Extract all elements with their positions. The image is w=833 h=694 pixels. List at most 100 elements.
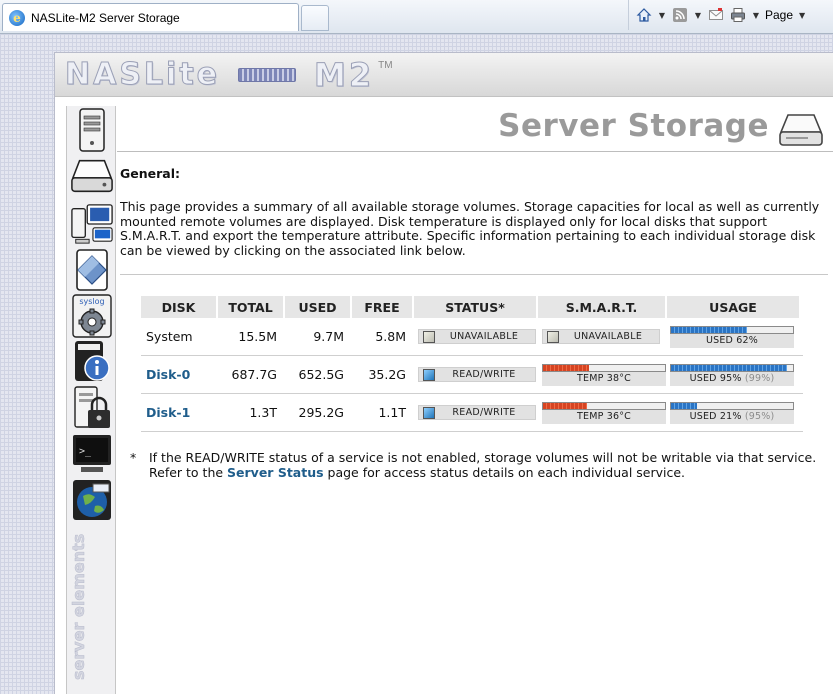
col-total: TOTAL (218, 296, 283, 318)
print-icon[interactable] (729, 6, 747, 24)
smart-badge: UNAVAILABLE (542, 329, 660, 344)
padlock-server-icon (74, 386, 110, 428)
sidebar-item-network-services[interactable] (70, 202, 114, 246)
sidebar-nav: syslog >_ server elements (66, 106, 116, 694)
table-row: Disk-0 687.7G 652.5G 35.2G READ/WRITE TE… (141, 356, 803, 394)
section-heading: General: (120, 166, 180, 181)
disk-used: 295.2G (298, 405, 344, 420)
server-status-link[interactable]: Server Status (227, 465, 324, 480)
home-icon[interactable] (635, 6, 653, 24)
browser-tab-active[interactable]: e NASLite-M2 Server Storage (2, 3, 299, 31)
disk-free: 1.1T (378, 405, 406, 420)
naslite-header: NASLite M2 TM (55, 53, 833, 97)
disk-total: 1.3T (249, 405, 277, 420)
status-badge: UNAVAILABLE (418, 329, 536, 344)
globe-window-icon (73, 480, 111, 520)
print-dropdown-icon[interactable]: ▼ (751, 11, 761, 20)
sidebar-item-syslog[interactable]: syslog (70, 294, 114, 338)
disk-link[interactable]: Disk-1 (141, 405, 218, 420)
network-computers-icon (71, 204, 113, 244)
temperature-label: TEMP 36°C (542, 409, 666, 424)
status-indicator-icon (423, 368, 435, 381)
sidebar-item-security[interactable] (70, 386, 114, 430)
usage-bar-fill (671, 364, 787, 371)
title-row: Server Storage (117, 106, 833, 152)
usage-extra: (99%) (744, 372, 775, 384)
table-row: Disk-1 1.3T 295.2G 1.1T READ/WRITE TEMP … (141, 394, 803, 432)
divider (120, 274, 828, 275)
col-free: FREE (352, 296, 412, 318)
table-row: System 15.5M 9.7M 5.8M UNAVAILABLE UNAVA… (141, 318, 803, 356)
footnote: * If the READ/WRITE status of a service … (130, 450, 820, 480)
syslog-icon-label: syslog (79, 297, 105, 306)
disk-total: 687.7G (231, 367, 277, 382)
disk-link[interactable]: Disk-0 (141, 367, 218, 382)
naslite-model-logo: M2 (314, 55, 375, 94)
status-badge: READ/WRITE (418, 367, 536, 382)
browser-toolbar: e NASLite-M2 Server Storage ▼ ▼ ▼ Page ▼ (0, 0, 833, 34)
col-used: USED (285, 296, 350, 318)
browser-tab-title: NASLite-M2 Server Storage (31, 10, 180, 25)
disk-name: System (146, 329, 193, 344)
hard-disk-icon (779, 114, 823, 146)
hard-disk-icon (71, 159, 113, 193)
disk-free: 5.8M (375, 329, 406, 344)
usage-label: USED 62% (705, 334, 759, 346)
temperature-meter: TEMP 38°C (542, 363, 666, 386)
disk-used: 652.5G (298, 367, 344, 382)
ie-logo-icon: e (9, 9, 25, 26)
col-disk: DISK (141, 296, 216, 318)
col-usage: USAGE (667, 296, 799, 318)
usage-bar-fill (671, 402, 697, 409)
tower-server-icon (79, 108, 105, 152)
footnote-text-end: page for access status details on each i… (323, 464, 686, 480)
logo-badge-graphic (238, 67, 297, 82)
usage-meter: USED 62% (670, 325, 794, 348)
smart-indicator-icon (547, 330, 559, 343)
usage-label: USED 21% (689, 410, 742, 422)
disk-cartridge-icon (76, 249, 108, 291)
page-title: Server Storage (498, 108, 769, 144)
server-elements-brand: server elements (69, 533, 89, 680)
command-bar: ▼ ▼ ▼ Page ▼ (628, 0, 833, 30)
col-smart: S.M.A.R.T. (538, 296, 665, 318)
temperature-bar-fill (543, 402, 587, 409)
footnote-star: * (130, 450, 137, 465)
disk-total: 15.5M (238, 329, 277, 344)
table-header: DISK TOTAL USED FREE STATUS* S.M.A.R.T. … (141, 296, 803, 318)
page-menu-dropdown-icon[interactable]: ▼ (797, 11, 807, 20)
status-badge: READ/WRITE (418, 405, 536, 420)
usage-meter: USED 21% (95%) (670, 401, 794, 424)
trademark-mark: TM (378, 60, 393, 71)
disk-used: 9.7M (313, 329, 344, 344)
usage-label: USED 95% (689, 372, 742, 384)
rss-dropdown-icon[interactable]: ▼ (693, 11, 703, 20)
usage-extra: (95%) (744, 410, 775, 422)
usage-bar-fill (671, 326, 747, 333)
sidebar-item-disk-info[interactable] (70, 248, 114, 292)
sidebar-item-server-status[interactable] (70, 108, 114, 152)
sidebar-item-web-access[interactable] (70, 478, 114, 522)
temperature-bar-fill (543, 364, 590, 371)
intro-paragraph: This page provides a summary of all avai… (120, 199, 820, 258)
sidebar-item-server-storage[interactable] (70, 154, 114, 198)
disk-free: 35.2G (368, 367, 406, 382)
storage-table: DISK TOTAL USED FREE STATUS* S.M.A.R.T. … (141, 296, 803, 432)
info-icon (75, 341, 110, 381)
terminal-icon: >_ (73, 435, 111, 472)
naslite-logo: NASLite (64, 57, 221, 93)
temperature-label: TEMP 38°C (542, 371, 666, 386)
page-menu[interactable]: Page (765, 8, 793, 22)
rss-icon[interactable] (671, 6, 689, 24)
svg-text:>_: >_ (79, 446, 92, 457)
sidebar-item-console[interactable]: >_ (70, 432, 114, 476)
status-indicator-icon (423, 330, 435, 343)
col-status: STATUS* (414, 296, 536, 318)
status-indicator-icon (423, 406, 435, 419)
usage-meter: USED 95% (99%) (670, 363, 794, 386)
mail-icon[interactable] (707, 6, 725, 24)
main-content: Server Storage General: This page provid… (117, 106, 833, 694)
new-tab-button[interactable] (301, 5, 329, 31)
sidebar-item-information[interactable] (70, 340, 114, 384)
home-dropdown-icon[interactable]: ▼ (657, 11, 667, 20)
